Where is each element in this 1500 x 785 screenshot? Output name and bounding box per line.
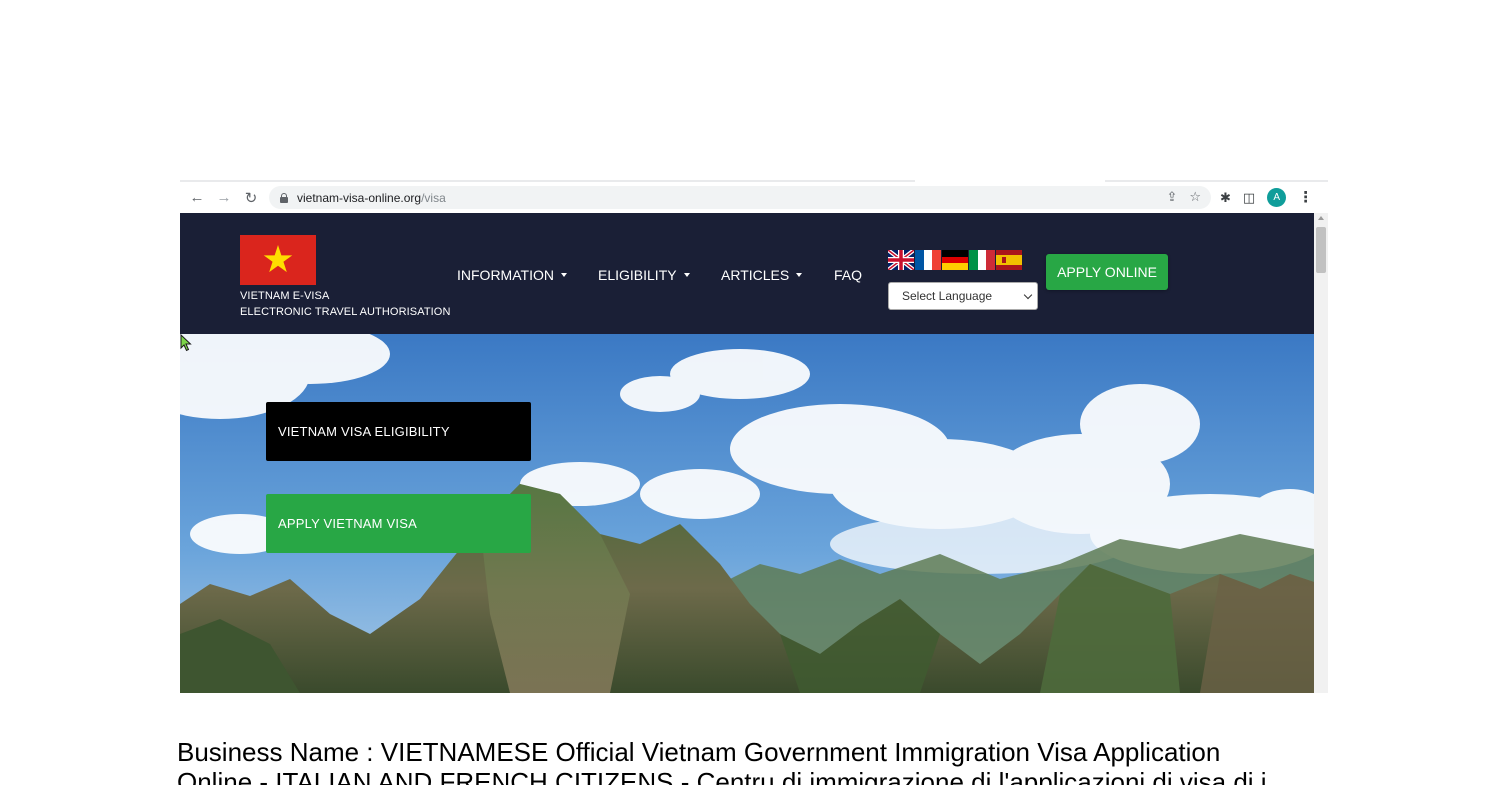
- nav-label: FAQ: [834, 267, 863, 283]
- page-viewport: VIETNAM E-VISA ELECTRONIC TRAVEL AUTHORI…: [180, 213, 1314, 693]
- extensions-puzzle-icon[interactable]: ✱: [1220, 190, 1231, 206]
- visa-eligibility-button[interactable]: VIETNAM VISA ELIGIBILITY: [266, 402, 531, 461]
- caret-down-icon: [683, 273, 690, 277]
- caption-line-2: Online - ITALIAN AND FRENCH CITIZENS - C…: [177, 767, 1267, 785]
- language-select[interactable]: Select Language: [888, 282, 1038, 310]
- url-domain: vietnam-visa-online.org: [297, 190, 422, 205]
- bookmark-star-icon[interactable]: ☆: [1189, 189, 1201, 205]
- brand-title: VIETNAM E-VISA: [240, 290, 330, 302]
- vietnam-flag-logo[interactable]: [240, 235, 316, 285]
- url-path: /visa: [421, 190, 446, 205]
- site-header: VIETNAM E-VISA ELECTRONIC TRAVEL AUTHORI…: [180, 213, 1314, 334]
- caret-down-icon: [560, 273, 567, 277]
- apply-vietnam-visa-button[interactable]: APPLY VIETNAM VISA: [266, 494, 531, 553]
- share-icon[interactable]: ⇪: [1166, 189, 1177, 205]
- document-caption: Business Name : VIETNAMESE Official Viet…: [177, 737, 1297, 785]
- scroll-up-arrow-icon[interactable]: [1318, 216, 1324, 220]
- side-panel-icon[interactable]: ◫: [1243, 190, 1255, 206]
- address-bar[interactable]: vietnam-visa-online.org/visa ⇪ ☆: [269, 186, 1211, 209]
- nav-faq[interactable]: FAQ: [834, 267, 862, 283]
- profile-avatar[interactable]: A: [1267, 188, 1287, 207]
- browser-window: ← → ↻ vietnam-visa-online.org/visa ⇪ ☆ ✱…: [180, 180, 1328, 693]
- page-scrollbar[interactable]: [1314, 213, 1328, 693]
- browser-toolbar: ← → ↻ vietnam-visa-online.org/visa ⇪ ☆ ✱…: [180, 182, 1328, 213]
- chevron-down-icon: [1023, 290, 1033, 300]
- url-text[interactable]: vietnam-visa-online.org/visa: [297, 191, 446, 205]
- nav-label: ELIGIBILITY: [598, 267, 677, 283]
- apply-online-button[interactable]: APPLY ONLINE: [1046, 254, 1168, 290]
- nav-information[interactable]: INFORMATION: [457, 267, 567, 283]
- mouse-cursor-icon: [180, 334, 192, 352]
- star-icon: [263, 245, 293, 273]
- spain-flag-icon[interactable]: [996, 250, 1022, 270]
- language-select-value: Select Language: [902, 289, 993, 303]
- reload-icon[interactable]: ↻: [240, 187, 262, 209]
- germany-flag-icon[interactable]: [942, 250, 968, 270]
- lock-icon[interactable]: [280, 193, 288, 203]
- back-arrow-icon[interactable]: ←: [186, 187, 208, 209]
- brand-subtitle: ELECTRONIC TRAVEL AUTHORISATION: [240, 306, 451, 318]
- nav-label: ARTICLES: [721, 267, 790, 283]
- menu-kebab-icon[interactable]: ⋮: [1298, 190, 1313, 205]
- hero-banner: VIETNAM VISA ELIGIBILITY APPLY VIETNAM V…: [180, 334, 1314, 693]
- caret-down-icon: [796, 273, 803, 277]
- uk-flag-icon[interactable]: [888, 250, 914, 270]
- scroll-thumb[interactable]: [1316, 227, 1326, 273]
- nav-label: INFORMATION: [457, 267, 554, 283]
- caption-line-1: Business Name : VIETNAMESE Official Viet…: [177, 737, 1221, 767]
- nav-eligibility[interactable]: ELIGIBILITY: [598, 267, 690, 283]
- language-flags: [888, 250, 1022, 270]
- forward-arrow-icon[interactable]: →: [213, 187, 235, 209]
- italy-flag-icon[interactable]: [969, 250, 995, 270]
- nav-articles[interactable]: ARTICLES: [721, 267, 803, 283]
- france-flag-icon[interactable]: [915, 250, 941, 270]
